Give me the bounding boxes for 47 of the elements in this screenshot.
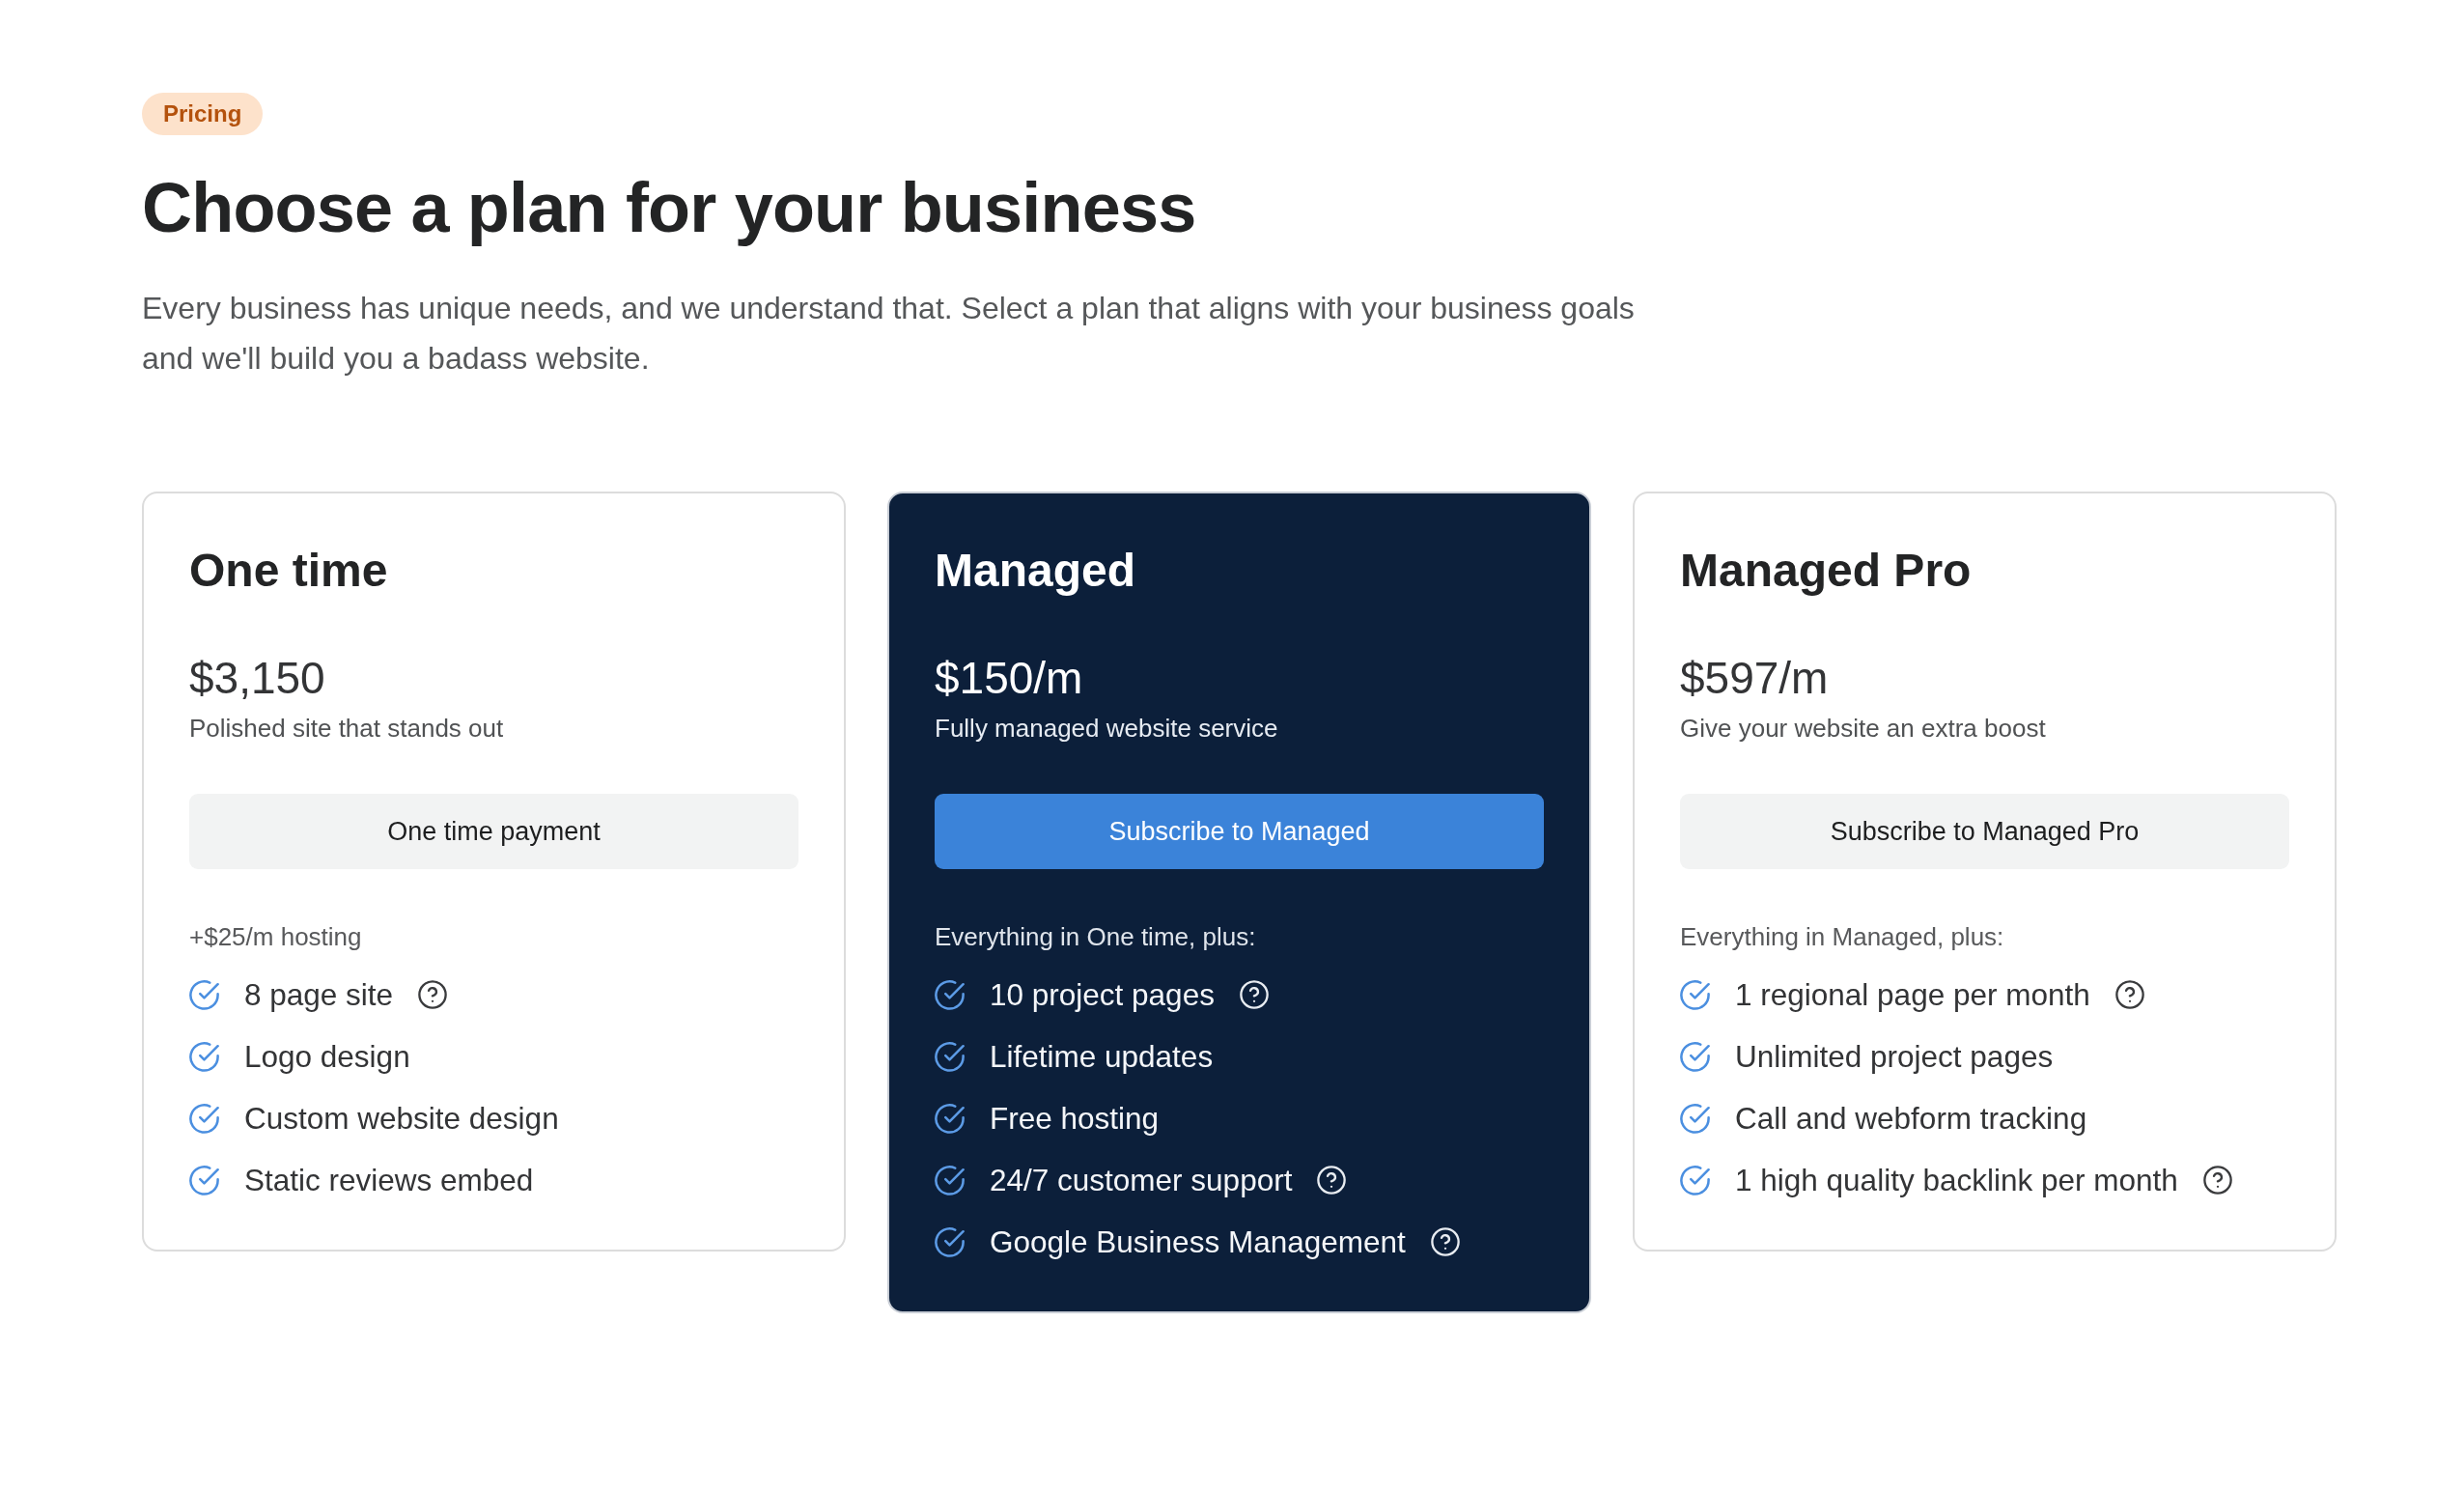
features-heading: Everything in One time, plus: [935, 921, 1257, 953]
check-circle-icon [189, 1103, 219, 1134]
feature-text: Static reviews embed [244, 1162, 534, 1199]
page-heading: Choose a plan for your business [142, 168, 1197, 248]
check-circle-icon [935, 1103, 965, 1134]
check-circle-icon [1680, 1103, 1710, 1134]
plan-button[interactable]: Subscribe to Managed Pro [1680, 794, 2289, 869]
feature-text: 24/7 customer support [990, 1162, 1293, 1199]
check-circle-icon [189, 1041, 219, 1072]
feature-text: Free hosting [990, 1100, 1160, 1138]
plan-button[interactable]: One time payment [189, 794, 798, 869]
page-description: Every business has unique needs, and we understand that. Select a plan that aligns with your business goals and we'll build you a badass website. [142, 290, 1636, 378]
plan-tagline: Polished site that stands out [189, 713, 505, 745]
plan-price: $150/m [935, 652, 1084, 704]
check-circle-icon [935, 1165, 965, 1196]
plan-name: Managed [935, 544, 1137, 598]
help-icon[interactable] [418, 980, 448, 1009]
feature-text: 1 high quality backlink per month [1735, 1162, 2178, 1199]
feature-text: 8 page site [244, 976, 394, 1014]
check-circle-icon [1680, 1041, 1710, 1072]
plan-name: One time [189, 544, 389, 598]
plan-name: Managed Pro [1680, 544, 1973, 598]
feature-text: Call and webform tracking [1735, 1100, 2087, 1138]
plan-price: $3,150 [189, 652, 326, 704]
feature-text: Lifetime updates [990, 1038, 1214, 1076]
plan-tagline: Fully managed website service [935, 713, 1279, 745]
feature-text: 10 project pages [990, 976, 1215, 1014]
help-icon[interactable] [2114, 980, 2144, 1009]
check-circle-icon [1680, 979, 1710, 1010]
feature-text: 1 regional page per month [1735, 976, 2090, 1014]
plan-tagline: Give your website an extra boost [1680, 713, 2047, 745]
plan-price: $597/m [1680, 652, 1830, 704]
feature-text: Logo design [244, 1038, 410, 1076]
check-circle-icon [935, 1041, 965, 1072]
features-heading: +$25/m hosting [189, 921, 363, 953]
check-circle-icon [935, 979, 965, 1010]
features-heading: Everything in Managed, plus: [1680, 921, 2005, 953]
plan-button[interactable]: Subscribe to Managed [935, 794, 1544, 869]
feature-text: Unlimited project pages [1735, 1038, 2054, 1076]
check-circle-icon [1680, 1165, 1710, 1196]
feature-text: Custom website design [244, 1100, 559, 1138]
check-circle-icon [935, 1226, 965, 1257]
check-circle-icon [189, 979, 219, 1010]
feature-text: Google Business Management [990, 1224, 1406, 1261]
section-badge: Pricing [142, 93, 264, 135]
help-icon[interactable] [2202, 1166, 2232, 1195]
check-circle-icon [189, 1165, 219, 1196]
